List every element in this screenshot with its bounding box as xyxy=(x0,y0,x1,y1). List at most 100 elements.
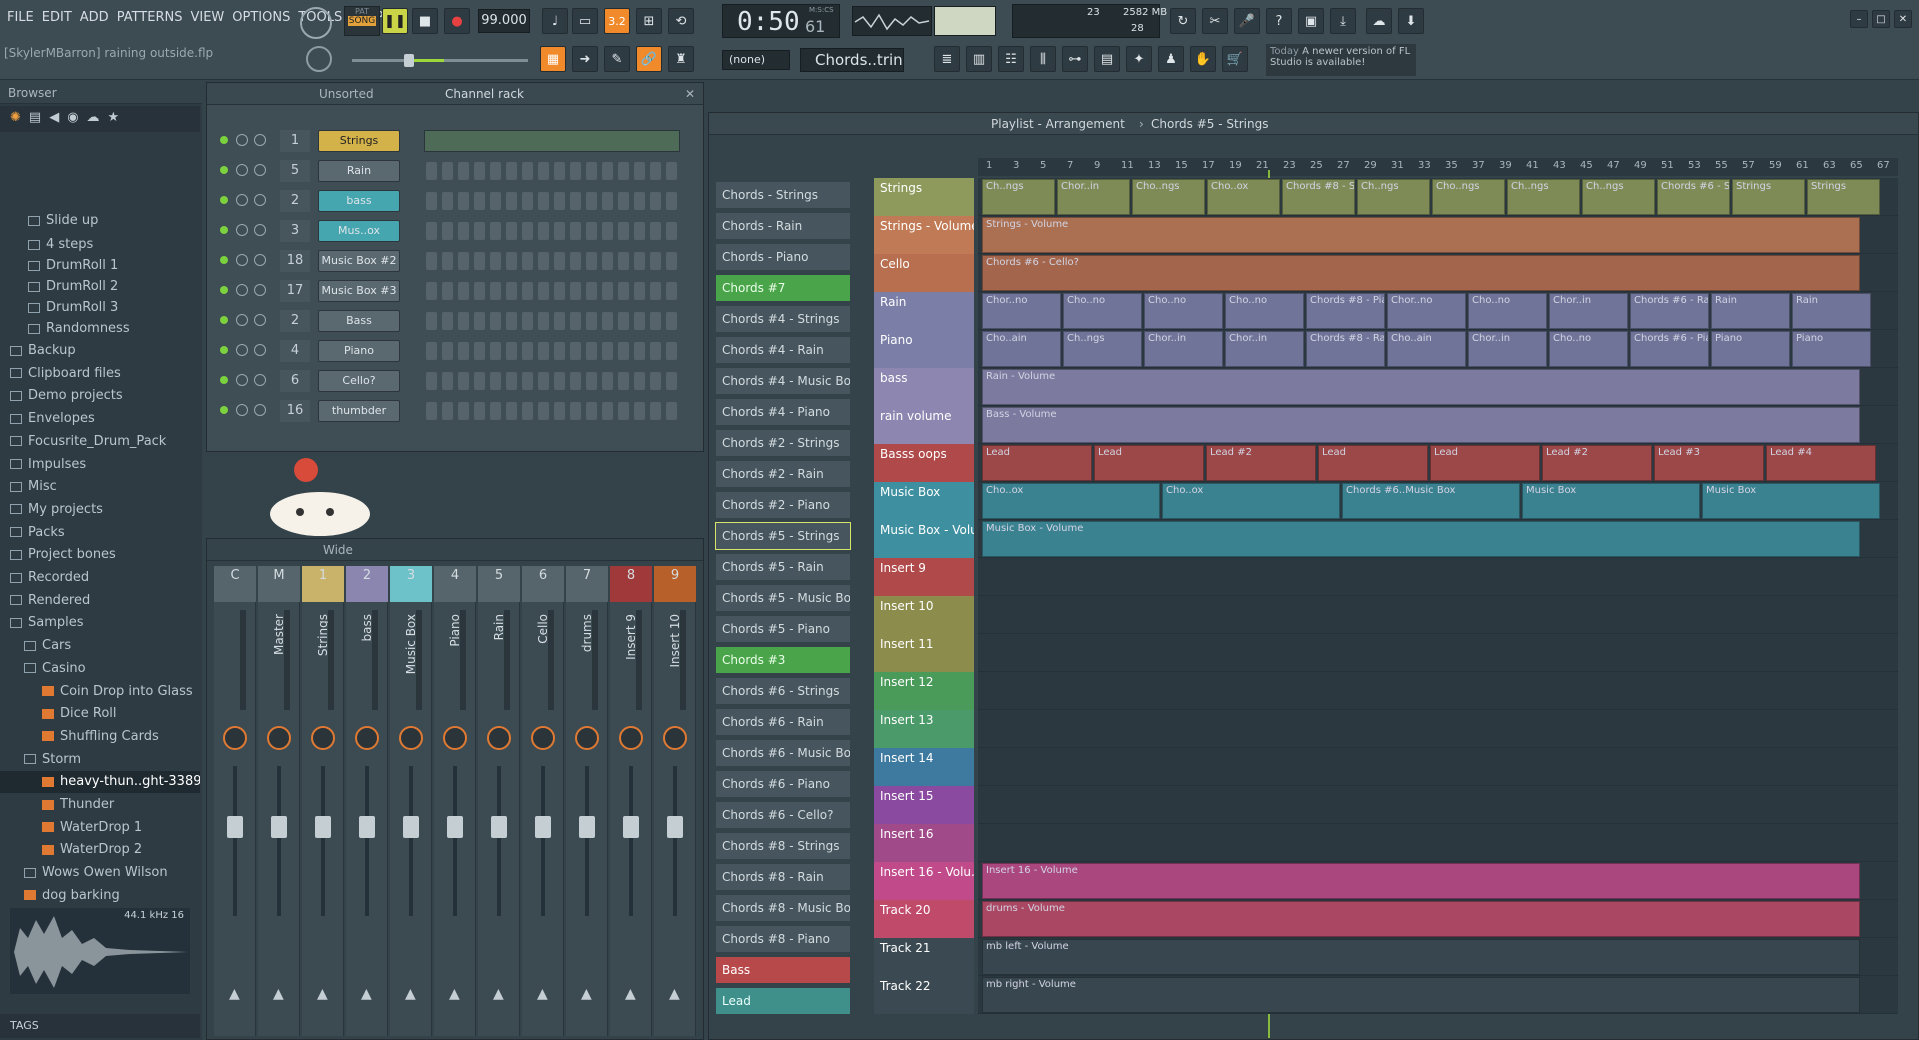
step-button[interactable] xyxy=(458,252,469,270)
step-button[interactable] xyxy=(570,192,581,210)
play-button[interactable]: ❚❚ xyxy=(382,8,408,34)
browser-item[interactable]: Demo projects xyxy=(0,385,200,407)
track-header[interactable]: Track 20 xyxy=(874,900,974,938)
step-button[interactable] xyxy=(586,192,597,210)
channel-name-button[interactable]: Piano xyxy=(318,340,400,362)
pan-knob[interactable] xyxy=(236,374,248,386)
channel-name-button[interactable]: Music Box #3 xyxy=(318,280,400,302)
channel-name-button[interactable]: Strings xyxy=(318,130,400,152)
step-button[interactable] xyxy=(554,282,565,300)
channel-mixer-number[interactable]: 2 xyxy=(280,190,310,212)
pan-knob[interactable] xyxy=(236,134,248,146)
step-button[interactable] xyxy=(474,342,485,360)
playlist-clip[interactable]: Chords #6 - Rain xyxy=(1630,293,1709,329)
mixer-strip[interactable]: 8 Insert 9 ▲ xyxy=(610,566,652,1036)
step-button[interactable] xyxy=(506,312,517,330)
track-header[interactable]: Strings - Volume xyxy=(874,216,974,254)
step-button[interactable] xyxy=(570,372,581,390)
track-lane[interactable]: mb left - Volume xyxy=(978,938,1898,976)
playlist-clip[interactable]: Cho..ngs xyxy=(1132,179,1205,215)
step-button[interactable] xyxy=(506,252,517,270)
track-header[interactable]: Music Box - Volu.. xyxy=(874,520,974,558)
playlist-clip[interactable]: Ch..ngs xyxy=(1507,179,1580,215)
track-lane[interactable]: Cho..ox Cho..ox Chords #6..Music Box Music … xyxy=(978,482,1898,520)
channel-led[interactable] xyxy=(220,226,228,234)
track-header[interactable]: Insert 13 xyxy=(874,710,974,748)
mixer-view[interactable]: Wide xyxy=(323,543,353,557)
pan-knob[interactable] xyxy=(236,254,248,266)
step-button[interactable] xyxy=(538,312,549,330)
step-button[interactable] xyxy=(426,192,437,210)
track-header[interactable]: Insert 12 xyxy=(874,672,974,710)
channel-row[interactable]: 1 Strings xyxy=(212,130,682,152)
pattern-item[interactable]: Chords #8 - Piano xyxy=(716,926,850,952)
mixer-strip[interactable]: 9 Insert 10 ▲ xyxy=(654,566,696,1036)
route-arrow-icon[interactable]: ▲ xyxy=(317,986,328,1002)
export-icon[interactable]: ⤓ xyxy=(1330,8,1356,34)
channel-mixer-number[interactable]: 4 xyxy=(280,340,310,362)
step-button[interactable] xyxy=(458,282,469,300)
browser-item[interactable]: WaterDrop 2 xyxy=(0,839,200,861)
file-icon[interactable]: ▤ xyxy=(1094,46,1120,72)
pattern-item[interactable]: Chords #7 xyxy=(716,275,850,301)
track-lane[interactable]: Lead Lead Lead #2 Lead Lead Lead #2 Lead #3 Lea… xyxy=(978,444,1898,482)
track-header[interactable]: Insert 10 xyxy=(874,596,974,634)
step-button[interactable] xyxy=(554,252,565,270)
track-lane[interactable] xyxy=(978,558,1898,596)
channel-mixer-number[interactable]: 16 xyxy=(280,400,310,422)
fader-handle[interactable] xyxy=(271,816,287,838)
browser-item[interactable]: 4 steps xyxy=(0,234,200,256)
step-button[interactable] xyxy=(442,192,453,210)
playlist-clip[interactable]: Ch..ngs xyxy=(1357,179,1430,215)
step-button[interactable] xyxy=(570,342,581,360)
person-icon[interactable]: ♟ xyxy=(1158,46,1184,72)
pan-knob[interactable] xyxy=(236,164,248,176)
step-button[interactable] xyxy=(634,162,645,180)
channel-rack-icon[interactable]: ☷ xyxy=(998,46,1024,72)
route-arrow-icon[interactable]: ▲ xyxy=(405,986,416,1002)
route-arrow-icon[interactable]: ▲ xyxy=(449,986,460,1002)
step-button[interactable] xyxy=(426,372,437,390)
pattern-item[interactable]: Lead xyxy=(716,988,850,1014)
step-button[interactable] xyxy=(522,372,533,390)
cart-icon[interactable]: 🛒 xyxy=(1222,46,1248,72)
playlist-clip[interactable]: Cho..ox xyxy=(1162,483,1340,519)
channel-name-button[interactable]: Mus..ox xyxy=(318,220,400,242)
pattern-item[interactable]: Chords #6 - Rain xyxy=(716,709,850,735)
step-button[interactable] xyxy=(442,402,453,420)
step-button[interactable] xyxy=(490,342,501,360)
pan-knob[interactable] xyxy=(236,194,248,206)
playlist-clip[interactable]: Cho..no xyxy=(1468,293,1547,329)
track-lane[interactable]: Cho..ain Ch..ngs Chor..in Chor..in Chords #8… xyxy=(978,330,1898,368)
step-button[interactable] xyxy=(474,162,485,180)
step-button[interactable] xyxy=(474,252,485,270)
playlist-clip[interactable]: Cho..ox xyxy=(982,483,1160,519)
volume-knob[interactable] xyxy=(254,284,266,296)
step-button[interactable] xyxy=(618,402,629,420)
playlist-clip[interactable]: Cho..ngs xyxy=(1432,179,1505,215)
track-header[interactable]: Insert 14 xyxy=(874,748,974,786)
pattern-item[interactable]: Chords #6 - Piano xyxy=(716,771,850,797)
pan-knob[interactable] xyxy=(531,726,555,750)
channel-mixer-number[interactable]: 3 xyxy=(280,220,310,242)
pattern-item[interactable]: Chords - Piano xyxy=(716,244,850,270)
step-button[interactable] xyxy=(490,162,501,180)
step-button[interactable] xyxy=(538,402,549,420)
pan-knob[interactable] xyxy=(236,284,248,296)
step-button[interactable] xyxy=(634,192,645,210)
step-button[interactable] xyxy=(426,312,437,330)
refresh-icon[interactable]: ↻ xyxy=(1170,8,1196,34)
step-button[interactable] xyxy=(506,402,517,420)
master-pitch-slider[interactable] xyxy=(352,54,528,67)
step-button[interactable] xyxy=(442,252,453,270)
pan-knob[interactable] xyxy=(236,314,248,326)
pattern-item[interactable]: Chords #2 - Strings xyxy=(716,430,850,456)
browser-item[interactable]: heavy-thun..ght-338980 xyxy=(0,771,200,794)
close-icon[interactable]: ✕ xyxy=(1894,10,1912,28)
playlist-clip[interactable]: Chor..no xyxy=(1387,293,1466,329)
step-button[interactable] xyxy=(458,372,469,390)
playlist-clip[interactable]: Cho..no xyxy=(1225,293,1304,329)
step-button[interactable] xyxy=(634,252,645,270)
track-lane[interactable]: drums - Volume xyxy=(978,900,1898,938)
step-button[interactable] xyxy=(650,282,661,300)
